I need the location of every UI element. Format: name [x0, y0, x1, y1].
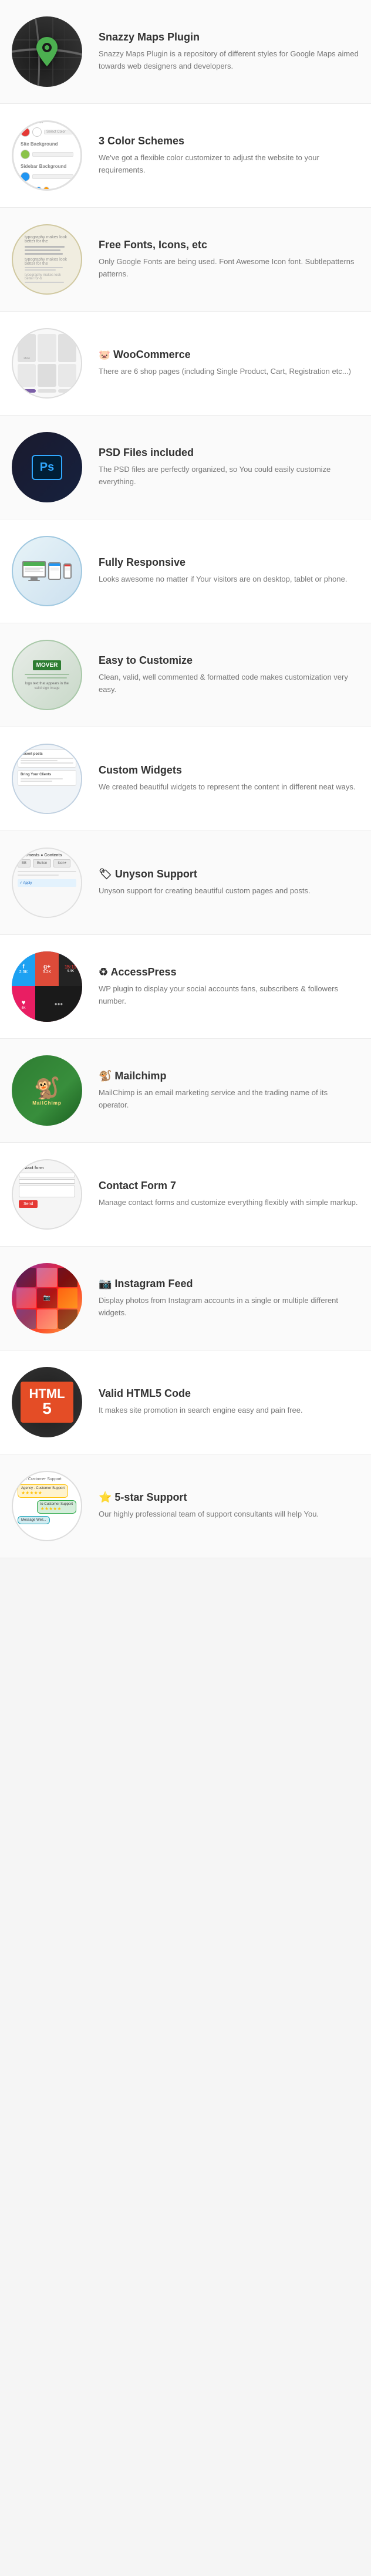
feature-title-widgets: Custom Widgets: [99, 764, 359, 776]
feature-title-support: ⭐ 5-star Support: [99, 1491, 359, 1504]
feature-image-instagram: 📷: [12, 1263, 82, 1333]
feature-desc-colors: We've got a flexible color customizer to…: [99, 152, 359, 177]
feature-text-psd: PSD Files included The PSD files are per…: [99, 447, 359, 488]
feature-title-snazzy: Snazzy Maps Plugin: [99, 31, 359, 43]
instagram-emoji: 📷: [99, 1278, 114, 1289]
feature-text-unyson: 🏷 Unyson Support Unyson support for crea…: [99, 868, 359, 897]
feature-color-schemes: Text Color Select Color Site Background …: [0, 104, 371, 208]
feature-desc-woo: There are 6 shop pages (including Single…: [99, 366, 359, 378]
feature-title-cf7: Contact Form 7: [99, 1180, 359, 1192]
feature-widgets: Recent posts Bring Your Clients Custom W…: [0, 727, 371, 831]
feature-html5: HTML5 Valid HTML5 Code It makes site pro…: [0, 1351, 371, 1454]
feature-mailchimp: 🐒 MailChimp 🐒 Mailchimp MailChimp is an …: [0, 1039, 371, 1143]
feature-title-colors: 3 Color Schemes: [99, 135, 359, 147]
feature-text-responsive: Fully Responsive Looks awesome no matter…: [99, 556, 359, 586]
feature-text-fonts: Free Fonts, Icons, etc Only Google Fonts…: [99, 239, 359, 281]
feature-image-customize: MOVER logo text that appears in the vali…: [12, 640, 82, 710]
feature-image-unyson: ● Elements ● Contents BB Button Icon+ ✓ …: [12, 848, 82, 918]
feature-desc-fonts: Only Google Fonts are being used. Font A…: [99, 256, 359, 281]
feature-desc-snazzy: Snazzy Maps Plugin is a repository of di…: [99, 48, 359, 73]
feature-accesspress: f 2.3K g+ 3.2K 15:11 4.4K ♥ 4K ●●●: [0, 935, 371, 1039]
feature-desc-unyson: Unyson support for creating beautiful cu…: [99, 885, 359, 897]
feature-title-mailchimp: 🐒 Mailchimp: [99, 1070, 359, 1082]
feature-text-accesspress: ♻ AccessPress WP plugin to display your …: [99, 966, 359, 1008]
feature-text-colors: 3 Color Schemes We've got a flexible col…: [99, 135, 359, 177]
feature-desc-widgets: We created beautiful widgets to represen…: [99, 781, 359, 794]
support-emoji: ⭐: [99, 1491, 114, 1503]
feature-image-html5: HTML5: [12, 1367, 82, 1437]
feature-desc-mailchimp: MailChimp is an email marketing service …: [99, 1087, 359, 1112]
feature-title-responsive: Fully Responsive: [99, 556, 359, 569]
feature-desc-customize: Clean, valid, well commented & formatted…: [99, 671, 359, 696]
woo-emoji: 🐷: [99, 350, 110, 360]
feature-image-support: ✦ for Customer Support Agency - Customer…: [12, 1471, 82, 1541]
feature-image-psd: Ps: [12, 432, 82, 502]
feature-image-responsive: [12, 536, 82, 606]
feature-image-woo: shoe: [12, 328, 82, 399]
feature-title-unyson: 🏷 Unyson Support: [99, 868, 359, 880]
feature-text-woo: 🐷 WooCommerce There are 6 shop pages (in…: [99, 349, 359, 378]
feature-image-accesspress: f 2.3K g+ 3.2K 15:11 4.4K ♥ 4K ●●●: [12, 951, 82, 1022]
feature-free-fonts: typography makes look better for the typ…: [0, 208, 371, 312]
feature-psd: Ps PSD Files included The PSD files are …: [0, 416, 371, 519]
feature-responsive: Fully Responsive Looks awesome no matter…: [0, 519, 371, 623]
unyson-emoji: 🏷: [99, 868, 115, 880]
feature-woocommerce: shoe 🐷 WooCommerce There are 6 shop page…: [0, 312, 371, 416]
feature-customize: MOVER logo text that appears in the vali…: [0, 623, 371, 727]
feature-title-customize: Easy to Customize: [99, 654, 359, 667]
feature-image-snazzy: [12, 16, 82, 87]
feature-title-psd: PSD Files included: [99, 447, 359, 459]
feature-desc-psd: The PSD files are perfectly organized, s…: [99, 464, 359, 488]
feature-title-fonts: Free Fonts, Icons, etc: [99, 239, 359, 251]
mailchimp-emoji: 🐒: [99, 1070, 114, 1082]
feature-desc-accesspress: WP plugin to display your social account…: [99, 983, 359, 1008]
feature-text-mailchimp: 🐒 Mailchimp MailChimp is an email market…: [99, 1070, 359, 1112]
feature-support: ✦ for Customer Support Agency - Customer…: [0, 1454, 371, 1558]
feature-text-support: ⭐ 5-star Support Our highly professional…: [99, 1491, 359, 1521]
feature-text-customize: Easy to Customize Clean, valid, well com…: [99, 654, 359, 696]
accesspress-emoji: ♻: [99, 966, 110, 978]
feature-desc-instagram: Display photos from Instagram accounts i…: [99, 1295, 359, 1319]
feature-text-instagram: 📷 Instagram Feed Display photos from Ins…: [99, 1278, 359, 1319]
feature-desc-cf7: Manage contact forms and customize every…: [99, 1197, 359, 1209]
feature-image-colors: Text Color Select Color Site Background …: [12, 120, 82, 191]
feature-desc-responsive: Looks awesome no matter if Your visitors…: [99, 573, 359, 586]
feature-title-accesspress: ♻ AccessPress: [99, 966, 359, 978]
feature-image-cf7: contact form Send: [12, 1159, 82, 1230]
feature-instagram: 📷 📷 Instagram Feed Display photos from I…: [0, 1247, 371, 1351]
feature-title-instagram: 📷 Instagram Feed: [99, 1278, 359, 1290]
feature-text-cf7: Contact Form 7 Manage contact forms and …: [99, 1180, 359, 1209]
feature-image-mailchimp: 🐒 MailChimp: [12, 1055, 82, 1126]
feature-title-woo: 🐷 WooCommerce: [99, 349, 359, 361]
feature-text-html5: Valid HTML5 Code It makes site promotion…: [99, 1387, 359, 1417]
feature-text-snazzy: Snazzy Maps Plugin Snazzy Maps Plugin is…: [99, 31, 359, 73]
feature-title-html5: Valid HTML5 Code: [99, 1387, 359, 1400]
feature-desc-support: Our highly professional team of support …: [99, 1508, 359, 1521]
feature-desc-html5: It makes site promotion in search engine…: [99, 1405, 359, 1417]
feature-image-widgets: Recent posts Bring Your Clients: [12, 744, 82, 814]
feature-text-widgets: Custom Widgets We created beautiful widg…: [99, 764, 359, 794]
feature-snazzy-maps: Snazzy Maps Plugin Snazzy Maps Plugin is…: [0, 0, 371, 104]
feature-image-fonts: typography makes look better for the typ…: [12, 224, 82, 295]
feature-cf7: contact form Send Contact Form 7 Manage …: [0, 1143, 371, 1247]
feature-unyson: ● Elements ● Contents BB Button Icon+ ✓ …: [0, 831, 371, 935]
